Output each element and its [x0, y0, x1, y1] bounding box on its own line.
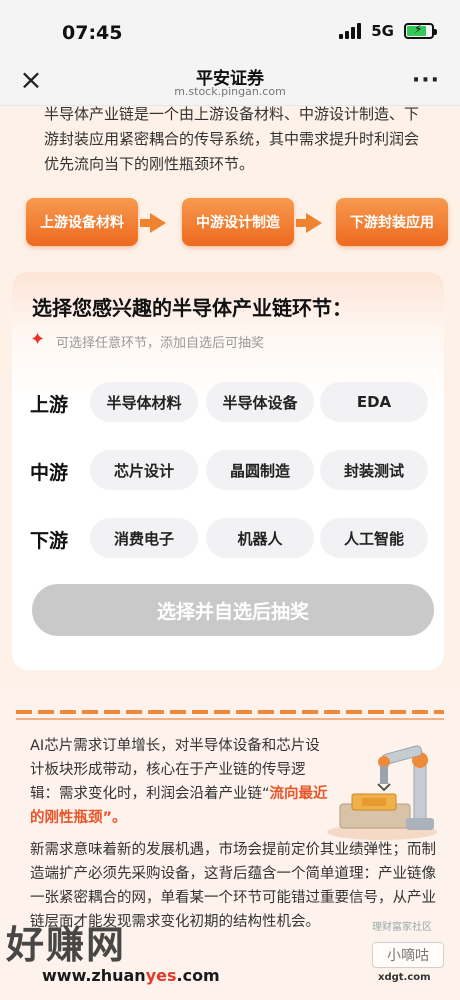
- selection-card: 选择您感兴趣的半导体产业链环节： ✦ 可选择任意环节，添加自选后可抽奖 上游 半…: [12, 272, 444, 670]
- chain-flow: 上游设备材料 中游设计制造 下游封装应用: [26, 198, 448, 248]
- row-label: 下游: [30, 530, 69, 552]
- status-bar: 07:45 5G ⚡: [0, 0, 460, 60]
- flow-step-midstream: 中游设计制造: [182, 198, 294, 246]
- watermark-logo: 好赚网: [6, 922, 127, 967]
- watermark-small: 小嘀咕: [372, 942, 444, 968]
- highlight-close: ”。: [102, 810, 127, 826]
- intro-text: 半导体产业链是一个由上游设备材料、中游设计制造、下游封装应用紧密耦合的传导系统，…: [44, 105, 420, 173]
- row-downstream: 下游 消费电子 机器人 人工智能: [12, 518, 444, 560]
- signal-icon: [339, 23, 362, 39]
- watermark-url-part: www.zhuan: [42, 966, 146, 985]
- card-hint: 可选择任意环节，添加自选后可抽奖: [56, 336, 265, 351]
- chip-chip-design[interactable]: 芯片设计: [90, 450, 198, 490]
- row-label: 上游: [30, 394, 69, 416]
- chip-packaging-testing[interactable]: 封装测试: [320, 450, 428, 490]
- article-paragraph-1: AI芯片需求订单增长，对半导体设备和芯片设计板块形成带动，核心在于产业链的传导逻…: [30, 734, 330, 830]
- sparkle-icon: ✦: [30, 329, 46, 350]
- page-url: m.stock.pingan.com: [174, 85, 286, 98]
- card-title: 选择您感兴趣的半导体产业链环节：: [32, 296, 352, 320]
- chip-robots[interactable]: 机器人: [206, 518, 314, 558]
- chip-semiconductor-equipment[interactable]: 半导体设备: [206, 382, 314, 422]
- network-label: 5G: [371, 22, 394, 40]
- status-time: 07:45: [62, 22, 123, 44]
- more-dots-icon[interactable]: ···: [412, 68, 440, 93]
- watermark-small-url: xdgt.com: [378, 972, 431, 983]
- row-label: 中游: [30, 462, 69, 484]
- chip-wafer-manufacturing[interactable]: 晶圆制造: [206, 450, 314, 490]
- watermark-corner: 理财富家社区: [372, 922, 432, 933]
- chip-eda[interactable]: EDA: [320, 382, 428, 422]
- select-and-draw-button[interactable]: 选择并自选后抽奖: [32, 584, 434, 636]
- watermark-url-red: yes: [145, 966, 177, 985]
- status-indicators: 5G ⚡: [339, 22, 437, 40]
- chip-semiconductor-materials[interactable]: 半导体材料: [90, 382, 198, 422]
- flow-step-upstream: 上游设备材料: [26, 198, 138, 246]
- arrow-right-icon: [140, 213, 166, 233]
- watermark-url-part: .com: [176, 966, 220, 985]
- arrow-right-icon: [296, 213, 322, 233]
- section-divider: [16, 710, 444, 714]
- row-upstream: 上游 半导体材料 半导体设备 EDA: [12, 382, 444, 424]
- row-midstream: 中游 芯片设计 晶圆制造 封装测试: [12, 450, 444, 492]
- watermark-url: www.zhuanyes.com: [42, 966, 220, 985]
- chip-consumer-electronics[interactable]: 消费电子: [90, 518, 198, 558]
- nav-bar: × 平安证券 m.stock.pingan.com ···: [0, 60, 460, 106]
- chip-ai[interactable]: 人工智能: [320, 518, 428, 558]
- section-divider-line: [16, 718, 444, 720]
- battery-icon: ⚡: [404, 22, 437, 39]
- flow-step-downstream: 下游封装应用: [336, 198, 448, 246]
- robot-arm-chip-illustration: [327, 745, 437, 840]
